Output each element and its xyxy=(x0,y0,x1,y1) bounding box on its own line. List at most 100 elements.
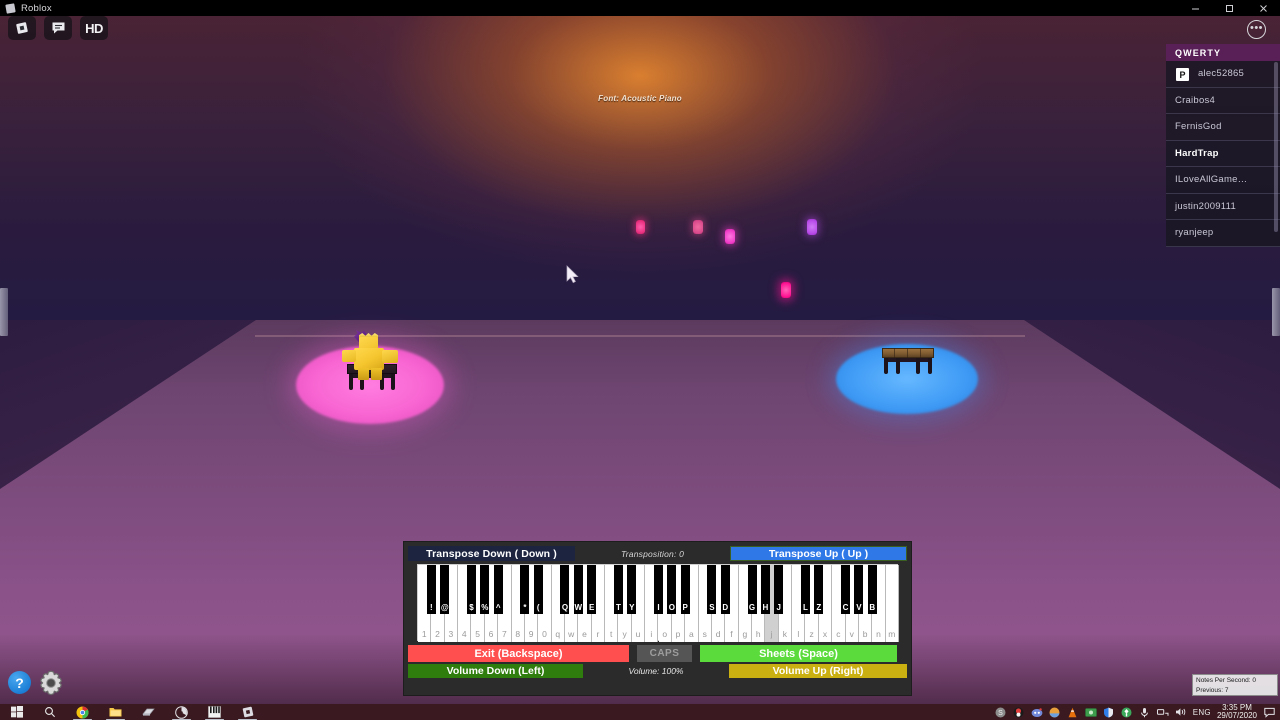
help-button[interactable]: ? xyxy=(8,671,31,694)
bench-right[interactable] xyxy=(882,348,934,374)
caps-toggle-button[interactable]: CAPS xyxy=(637,645,692,662)
tray-discord[interactable] xyxy=(1031,706,1043,718)
taskbar-clock[interactable]: 3:35 PM 29/07/2020 xyxy=(1217,703,1257,720)
chat-button[interactable] xyxy=(44,16,72,40)
roblox-menu-button[interactable] xyxy=(8,16,36,40)
taskbar-file-explorer[interactable] xyxy=(99,704,132,720)
piano-black-key[interactable]: D xyxy=(720,565,730,614)
taskbar-app-gray[interactable] xyxy=(132,704,165,720)
piano-black-key[interactable]: B xyxy=(867,565,877,614)
piano-white-key-label: 5 xyxy=(475,629,480,639)
tray-money[interactable] xyxy=(1084,706,1097,718)
piano-black-key[interactable]: Z xyxy=(814,565,824,614)
player-row[interactable]: FernisGod xyxy=(1166,114,1280,141)
piano-black-key[interactable]: I xyxy=(654,565,663,614)
piano-black-key[interactable]: P xyxy=(680,565,690,614)
dropbox-icon xyxy=(1121,707,1132,717)
settings-button[interactable] xyxy=(36,668,66,698)
piano-black-key[interactable]: % xyxy=(480,565,490,614)
player-list-scrollbar[interactable] xyxy=(1274,62,1278,232)
volume-down-button[interactable]: Volume Down (Left) xyxy=(408,664,583,678)
chat-bubble-icon xyxy=(52,22,64,34)
volume-up-button[interactable]: Volume Up (Right) xyxy=(729,664,907,678)
piano-black-key-label: H xyxy=(762,603,769,612)
piano-black-key[interactable]: E xyxy=(587,565,597,614)
piano-black-key[interactable]: * xyxy=(520,565,530,614)
piano-black-key[interactable]: T xyxy=(613,565,623,614)
piano-white-key[interactable]: m xyxy=(885,565,899,642)
tray-vlc[interactable] xyxy=(1067,706,1079,718)
player-row[interactable]: justin2009111 xyxy=(1166,194,1280,220)
piano-black-key[interactable]: H xyxy=(760,565,770,614)
sheets-button[interactable]: Sheets (Space) xyxy=(700,645,897,662)
maximize-icon[interactable] xyxy=(1212,0,1246,16)
piano-black-key[interactable]: V xyxy=(854,565,864,614)
transpose-down-button[interactable]: Transpose Down ( Down ) xyxy=(408,546,575,561)
tray-app-red[interactable] xyxy=(1013,706,1025,718)
piano-black-key[interactable]: ! xyxy=(426,565,436,614)
close-icon[interactable] xyxy=(1246,0,1280,16)
minimize-icon[interactable] xyxy=(1178,0,1212,16)
piano-black-key[interactable]: Q xyxy=(560,565,570,614)
notes-per-second-panel: Notes Per Second: 0 Previous: 7 xyxy=(1192,674,1278,696)
player-row[interactable]: Craibos4 xyxy=(1166,88,1280,114)
left-edge-handle[interactable] xyxy=(0,288,8,336)
tray-dropbox[interactable] xyxy=(1121,706,1133,718)
piano-keyboard[interactable]: 1 2 3 4 5 6 7 8 9 0 q w e r t y u i o p a s d f g h j k l z x c v b n m! @ $%… xyxy=(417,564,899,642)
taskbar-chrome[interactable] xyxy=(66,704,99,720)
taskbar-piano-app[interactable] xyxy=(198,704,231,720)
tray-shield[interactable] xyxy=(1103,706,1115,718)
piano-black-key-label: D xyxy=(722,603,729,612)
piano-white-key-label: 6 xyxy=(488,629,494,639)
piano-black-key-label: Q xyxy=(561,603,569,612)
particle xyxy=(725,229,735,244)
piano-black-key[interactable]: L xyxy=(800,565,810,614)
piano-white-key-label: 0 xyxy=(542,629,547,639)
cone-icon xyxy=(1068,707,1077,717)
eraser-icon xyxy=(142,708,155,716)
piano-black-key[interactable]: ^ xyxy=(493,565,503,614)
piano-black-key[interactable]: G xyxy=(747,565,757,614)
more-options-button[interactable]: ••• xyxy=(1247,20,1266,39)
piano-black-key[interactable]: C xyxy=(841,565,851,614)
piano-white-key-label: w xyxy=(568,629,575,639)
player-row[interactable]: P alec52865 xyxy=(1166,61,1280,88)
search-button[interactable] xyxy=(33,704,66,720)
piano-black-key-label: * xyxy=(523,603,527,612)
tray-skype[interactable]: S xyxy=(995,706,1007,718)
piano-action-row: Exit (Backspace) CAPS Sheets (Space) xyxy=(408,645,907,662)
right-edge-handle[interactable] xyxy=(1272,288,1280,336)
avatar[interactable] xyxy=(340,330,402,384)
piano-black-key[interactable]: W xyxy=(573,565,583,614)
piano-black-key-label: I xyxy=(657,603,660,612)
discord-icon xyxy=(1031,707,1043,717)
piano-black-key[interactable]: J xyxy=(774,565,784,614)
tray-mic[interactable] xyxy=(1139,706,1151,718)
start-button[interactable] xyxy=(0,704,33,720)
piano-black-key[interactable]: Y xyxy=(627,565,637,614)
piano-black-key-label: $ xyxy=(469,603,474,612)
piano-transpose-row: Transpose Down ( Down ) Transposition: 0… xyxy=(408,546,907,561)
piano-black-key[interactable]: @ xyxy=(440,565,450,614)
piano-black-key[interactable]: S xyxy=(707,565,717,614)
player-row[interactable]: ryanjeep xyxy=(1166,220,1280,247)
action-center-button[interactable] xyxy=(1263,706,1276,719)
piano-white-key-label: p xyxy=(675,629,681,639)
piano-black-key[interactable]: ( xyxy=(533,565,543,614)
language-indicator[interactable]: ENG xyxy=(1193,708,1211,717)
tray-orb[interactable] xyxy=(1049,706,1061,718)
piano-black-key-label: V xyxy=(856,603,862,612)
hd-quality-button[interactable]: HD xyxy=(80,16,108,40)
taskbar-roblox[interactable] xyxy=(231,704,264,720)
player-row[interactable]: HardTrap xyxy=(1166,141,1280,167)
player-row[interactable]: ILoveAllGame… xyxy=(1166,167,1280,194)
piano-black-key[interactable]: O xyxy=(667,565,677,614)
exit-button[interactable]: Exit (Backspace) xyxy=(408,645,629,662)
avatar-leg-left xyxy=(358,368,369,380)
piano-black-key[interactable]: $ xyxy=(466,565,476,614)
tray-network[interactable] xyxy=(1156,706,1169,718)
tray-volume[interactable] xyxy=(1175,706,1187,718)
piano-white-key-label: q xyxy=(555,629,561,639)
transpose-up-button[interactable]: Transpose Up ( Up ) xyxy=(730,546,907,561)
taskbar-media-player[interactable] xyxy=(165,704,198,720)
